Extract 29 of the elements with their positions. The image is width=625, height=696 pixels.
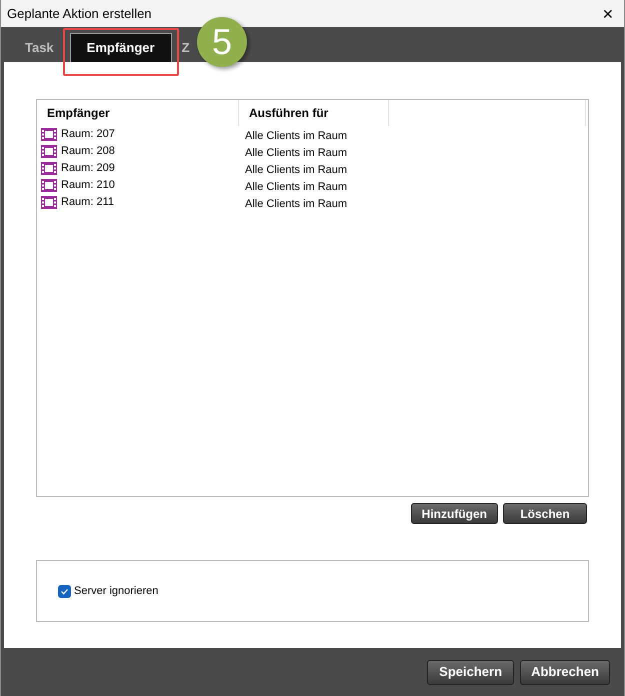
window-title: Geplante Aktion erstellen [7, 4, 152, 23]
table-cell-text: Raum: 210 [61, 178, 115, 194]
table-cell-text: Raum: 209 [61, 161, 115, 176]
table-cell: Alle Clients im Raum [245, 164, 348, 176]
action-button[interactable]: Hinzufügen [410, 503, 498, 524]
column-header[interactable]: Ausführen für [239, 100, 389, 126]
tab[interactable]: Empfänger [70, 33, 172, 62]
table-cell-text: Raum: 208 [61, 144, 115, 160]
room-icon [41, 145, 57, 158]
checkbox-label: Server ignorieren [74, 584, 158, 599]
column-header[interactable]: Empfänger [37, 100, 239, 126]
room-icon [41, 179, 57, 192]
check-icon [60, 586, 69, 596]
dialog-button[interactable]: Abbrechen [520, 660, 610, 684]
dialog-button[interactable]: Speichern [427, 660, 514, 684]
room-icon [41, 128, 57, 141]
table-cell-text: Raum: 211 [61, 195, 114, 210]
checkbox[interactable] [58, 584, 71, 598]
table-cell: Alle Clients im Raum [245, 180, 348, 192]
table-cell: Alle Clients im Raum [245, 198, 348, 210]
action-button[interactable]: Löschen [503, 503, 587, 524]
close-button[interactable]: ✕ [602, 6, 614, 20]
table-cell: Alle Clients im Raum [245, 146, 348, 158]
room-icon [41, 196, 57, 209]
table-cell: Alle Clients im Raum [245, 130, 348, 142]
room-icon [41, 162, 57, 175]
table-cell-text: Raum: 207 [61, 127, 115, 142]
tab[interactable]: Z [182, 33, 190, 62]
tab[interactable]: Task [15, 33, 64, 62]
